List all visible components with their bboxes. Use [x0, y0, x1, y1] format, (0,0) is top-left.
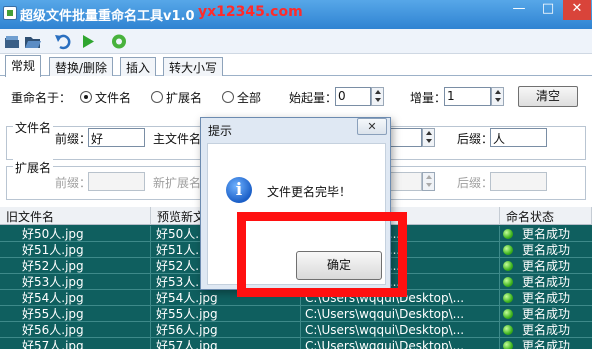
- old-name-cell: 好54人.jpg: [0, 290, 151, 306]
- filename-suffix-input[interactable]: 人: [490, 128, 547, 147]
- close-button[interactable]: ✕: [563, 0, 591, 20]
- window-title: 超级文件批量重命名工具v1.0: [20, 9, 195, 24]
- step-label: 增量：: [410, 91, 447, 105]
- dialog-close-button[interactable]: ✕: [357, 118, 387, 135]
- radio-extension[interactable]: [151, 91, 163, 103]
- filename-suffix-label: 后缀：: [457, 132, 494, 146]
- extension-prefix-label: 前缀：: [55, 176, 92, 190]
- preview-name-cell: 好56人.jpg: [151, 322, 301, 338]
- maximize-button[interactable]: □: [534, 0, 562, 20]
- title-bar: 超级文件批量重命名工具v1.0 yx12345.com — □ ✕: [0, 0, 592, 29]
- toolbar: [0, 29, 592, 54]
- old-name-cell: 好52人.jpg: [0, 258, 151, 274]
- status-cell: 更名成功: [522, 259, 571, 273]
- preview-name-cell: 好57人.jpg: [151, 338, 301, 349]
- tab-case-convert[interactable]: 转大小写: [163, 57, 224, 76]
- table-row[interactable]: 好55人.jpg 好55人.jpg C:\Users\wqqui\Desktop…: [0, 306, 592, 322]
- old-name-cell: 好55人.jpg: [0, 306, 151, 322]
- status-cell: 更名成功: [522, 339, 571, 349]
- new-icon[interactable]: [3, 33, 21, 50]
- column-old-name[interactable]: 旧文件名: [0, 207, 151, 225]
- table-row[interactable]: 好56人.jpg 好56人.jpg C:\Users\wqqui\Desktop…: [0, 322, 592, 338]
- table-row[interactable]: 好57人.jpg 好57人.jpg C:\Users\wqqui\Desktop…: [0, 338, 592, 349]
- status-cell: 更名成功: [522, 323, 571, 337]
- filename-main-label: 主文件名: [153, 132, 202, 146]
- run-icon[interactable]: [79, 33, 97, 50]
- radio-filename-label: 文件名: [95, 91, 132, 105]
- path-cell: C:\Users\wqqui\Desktop\...: [301, 338, 500, 349]
- clear-button[interactable]: 清空: [518, 86, 578, 107]
- old-name-cell: 好53人.jpg: [0, 274, 151, 290]
- old-name-cell: 好50人.jpg: [0, 226, 151, 242]
- status-cell: 更名成功: [522, 291, 571, 305]
- radio-all[interactable]: [222, 91, 234, 103]
- filename-main-spinner[interactable]: [422, 128, 435, 147]
- status-cell: 更名成功: [522, 227, 571, 241]
- minimize-button[interactable]: —: [505, 0, 533, 20]
- path-cell: C:\Users\wqqui\Desktop\...: [301, 322, 500, 338]
- column-status[interactable]: 命名状态: [500, 207, 592, 225]
- old-name-cell: 好57人.jpg: [0, 338, 151, 349]
- preview-name-cell: 好55人.jpg: [151, 306, 301, 322]
- radio-extension-label: 扩展名: [166, 91, 203, 105]
- highlight-box: [237, 212, 407, 297]
- dialog-message: 文件更名完毕！: [267, 185, 352, 199]
- radio-all-label: 全部: [237, 91, 262, 105]
- dialog-title: 提示: [208, 124, 233, 138]
- start-value-input[interactable]: 0: [335, 87, 371, 106]
- open-icon[interactable]: [24, 33, 42, 50]
- filename-prefix-label: 前缀：: [55, 132, 92, 146]
- start-value-label: 始起量：: [289, 91, 338, 105]
- extension-main-label: 新扩展名: [153, 176, 202, 190]
- tab-bar: 常规 替换/删除 插入 转大小写: [0, 55, 592, 77]
- extension-group-title: 扩展名: [13, 159, 54, 176]
- old-name-cell: 好51人.jpg: [0, 242, 151, 258]
- status-cell: 更名成功: [522, 275, 571, 289]
- status-cell: 更名成功: [522, 307, 571, 321]
- radio-filename[interactable]: [80, 91, 92, 103]
- step-input[interactable]: 1: [444, 87, 491, 106]
- rename-target-label: 重命名于：: [11, 91, 72, 105]
- extension-prefix-input[interactable]: [88, 172, 145, 191]
- extension-suffix-label: 后缀：: [457, 176, 494, 190]
- old-name-cell: 好56人.jpg: [0, 322, 151, 338]
- status-cell: 更名成功: [522, 243, 571, 257]
- undo-icon[interactable]: [54, 33, 72, 50]
- filename-group-title: 文件名: [13, 119, 54, 136]
- step-spinner[interactable]: [491, 87, 504, 106]
- tab-general[interactable]: 常规: [5, 55, 42, 77]
- info-icon: i: [226, 177, 252, 203]
- tab-replace-delete[interactable]: 替换/删除: [49, 57, 114, 76]
- start-value-spinner[interactable]: [371, 87, 384, 106]
- app-icon: [3, 6, 17, 20]
- path-cell: C:\Users\wqqui\Desktop\...: [301, 306, 500, 322]
- recycle-icon[interactable]: [110, 33, 128, 50]
- tab-insert[interactable]: 插入: [120, 57, 157, 76]
- extension-main-spinner[interactable]: [422, 172, 435, 191]
- watermark-text: yx12345.com: [198, 4, 303, 20]
- filename-prefix-input[interactable]: 好: [88, 128, 145, 147]
- extension-suffix-input[interactable]: [490, 172, 547, 191]
